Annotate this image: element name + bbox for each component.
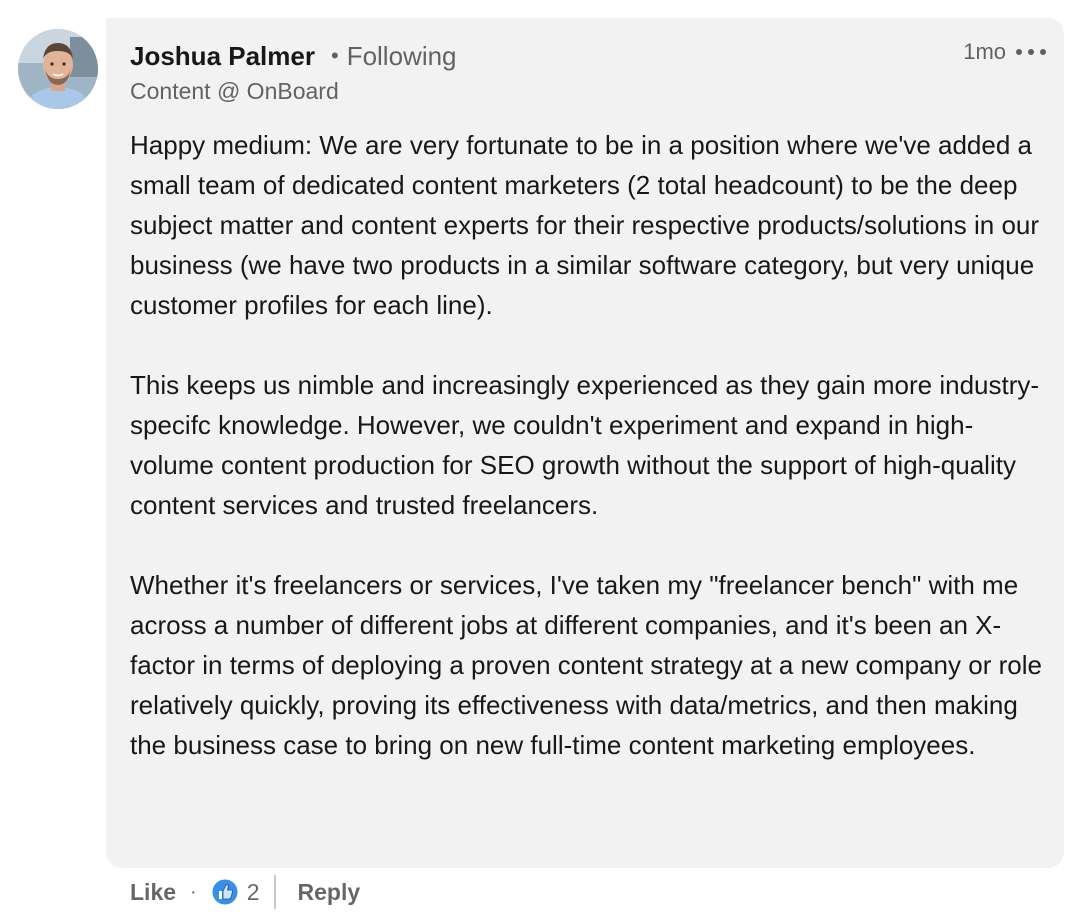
comment-paragraph: Happy medium: We are very fortunate to b…	[130, 130, 1040, 320]
comment-timestamp: 1mo	[963, 39, 1006, 64]
more-options-button[interactable]	[1016, 42, 1046, 62]
action-separator: ·	[190, 880, 197, 903]
comment-paragraph: This keeps us nimble and increasingly ex…	[130, 370, 1040, 520]
comment-actions: Like · 2 Reply	[130, 873, 360, 911]
comment-bubble: Joshua Palmer • Following Content @ OnBo…	[106, 18, 1064, 868]
comment-body: Happy medium: We are very fortunate to b…	[130, 125, 1045, 765]
reaction-count[interactable]: 2	[247, 879, 260, 906]
action-divider	[273, 875, 276, 909]
follow-status: Following	[346, 40, 457, 71]
comment-meta: 1mo	[963, 36, 1046, 68]
author-name[interactable]: Joshua Palmer	[130, 41, 315, 72]
comment-item: Joshua Palmer • Following Content @ OnBo…	[0, 0, 1084, 918]
header-separator: •	[330, 43, 339, 68]
reply-button[interactable]: Reply	[298, 879, 361, 906]
more-horizontal-icon	[1040, 49, 1046, 55]
author-avatar[interactable]	[18, 29, 98, 109]
more-horizontal-icon	[1016, 49, 1022, 55]
author-headline: Content @ OnBoard	[130, 78, 339, 104]
comment-header: Joshua Palmer • Following	[130, 38, 457, 74]
like-button[interactable]: Like	[130, 879, 176, 906]
profile-photo-icon	[18, 29, 98, 109]
like-reaction-icon[interactable]	[211, 878, 239, 906]
comment-paragraph: Whether it's freelancers or services, I'…	[130, 570, 1042, 760]
more-horizontal-icon	[1028, 49, 1034, 55]
